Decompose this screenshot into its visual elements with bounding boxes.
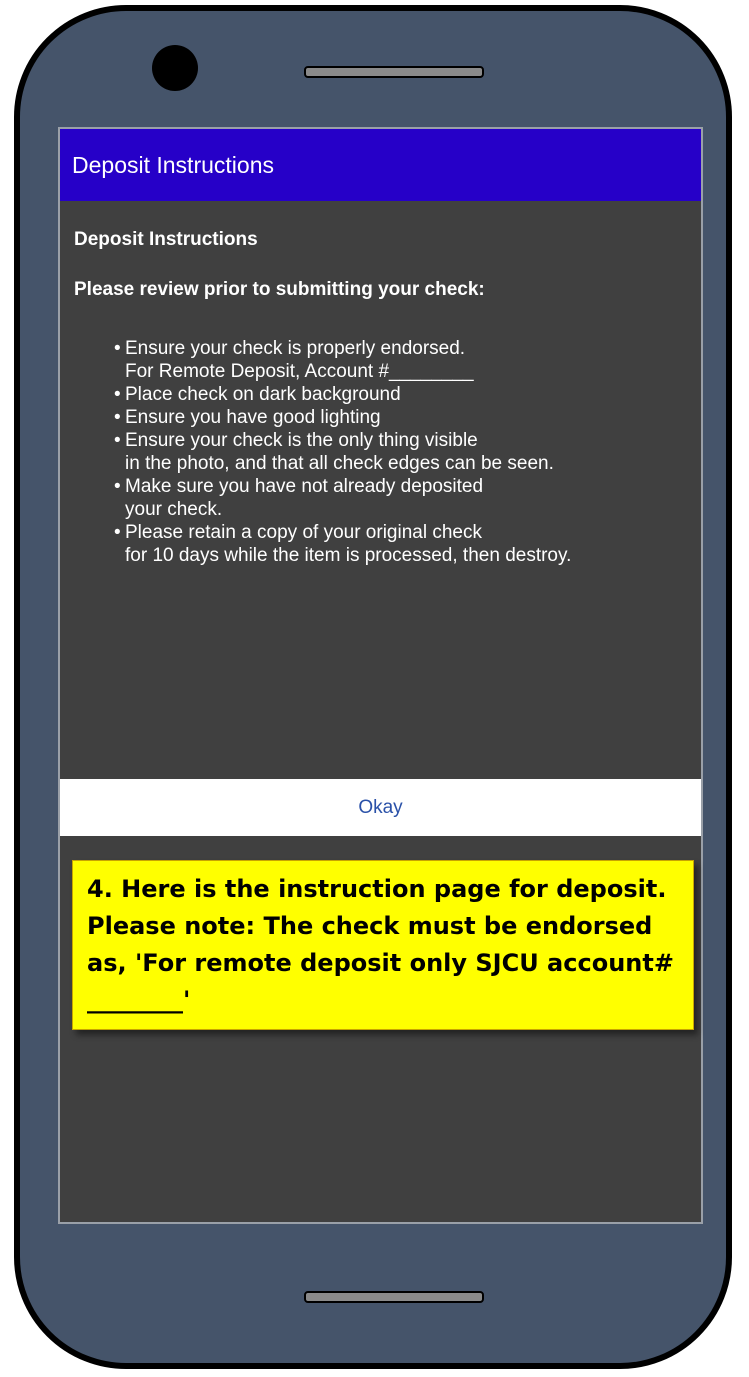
- dialog-title: Deposit Instructions: [72, 152, 274, 178]
- list-item: Ensure your check is the only thing visi…: [114, 429, 684, 475]
- list-item-line1: Ensure you have good lighting: [125, 407, 381, 428]
- camera-icon: [152, 45, 198, 91]
- list-item-line2: For Remote Deposit, Account #________: [125, 361, 474, 382]
- list-item: Ensure you have good lighting: [114, 406, 684, 429]
- content-subheading: Please review prior to submitting your c…: [74, 279, 485, 300]
- list-item-line1: Ensure your check is the only thing visi…: [125, 430, 478, 451]
- content-heading: Deposit Instructions: [74, 229, 258, 250]
- list-item: Make sure you have not already deposited…: [114, 475, 684, 521]
- list-item: Place check on dark background: [114, 383, 684, 406]
- okay-button-label: Okay: [358, 796, 403, 818]
- list-item: Ensure your check is properly endorsed. …: [114, 337, 684, 383]
- annotation-callout-text: 4. Here is the instruction page for depo…: [87, 875, 674, 1014]
- okay-button[interactable]: Okay: [60, 779, 701, 836]
- speaker-grille: [304, 66, 484, 78]
- list-item-line2: your check.: [125, 499, 223, 520]
- instruction-list: Ensure your check is properly endorsed. …: [74, 337, 684, 567]
- list-item-line2: for 10 days while the item is processed,…: [125, 545, 572, 566]
- list-item: Please retain a copy of your original ch…: [114, 521, 684, 567]
- list-item-line2: in the photo, and that all check edges c…: [125, 453, 554, 474]
- phone-screen: Deposit Instructions Deposit Instruction…: [58, 127, 703, 1224]
- annotation-callout: 4. Here is the instruction page for depo…: [72, 860, 694, 1030]
- list-item-line1: Please retain a copy of your original ch…: [125, 522, 482, 543]
- home-bar: [304, 1291, 484, 1303]
- dialog-title-bar: Deposit Instructions: [60, 129, 701, 201]
- list-item-line1: Place check on dark background: [125, 384, 401, 405]
- dialog-content: Deposit Instructions Please review prior…: [74, 229, 684, 567]
- list-item-line1: Ensure your check is properly endorsed.: [125, 338, 466, 359]
- list-item-line1: Make sure you have not already deposited: [125, 476, 484, 497]
